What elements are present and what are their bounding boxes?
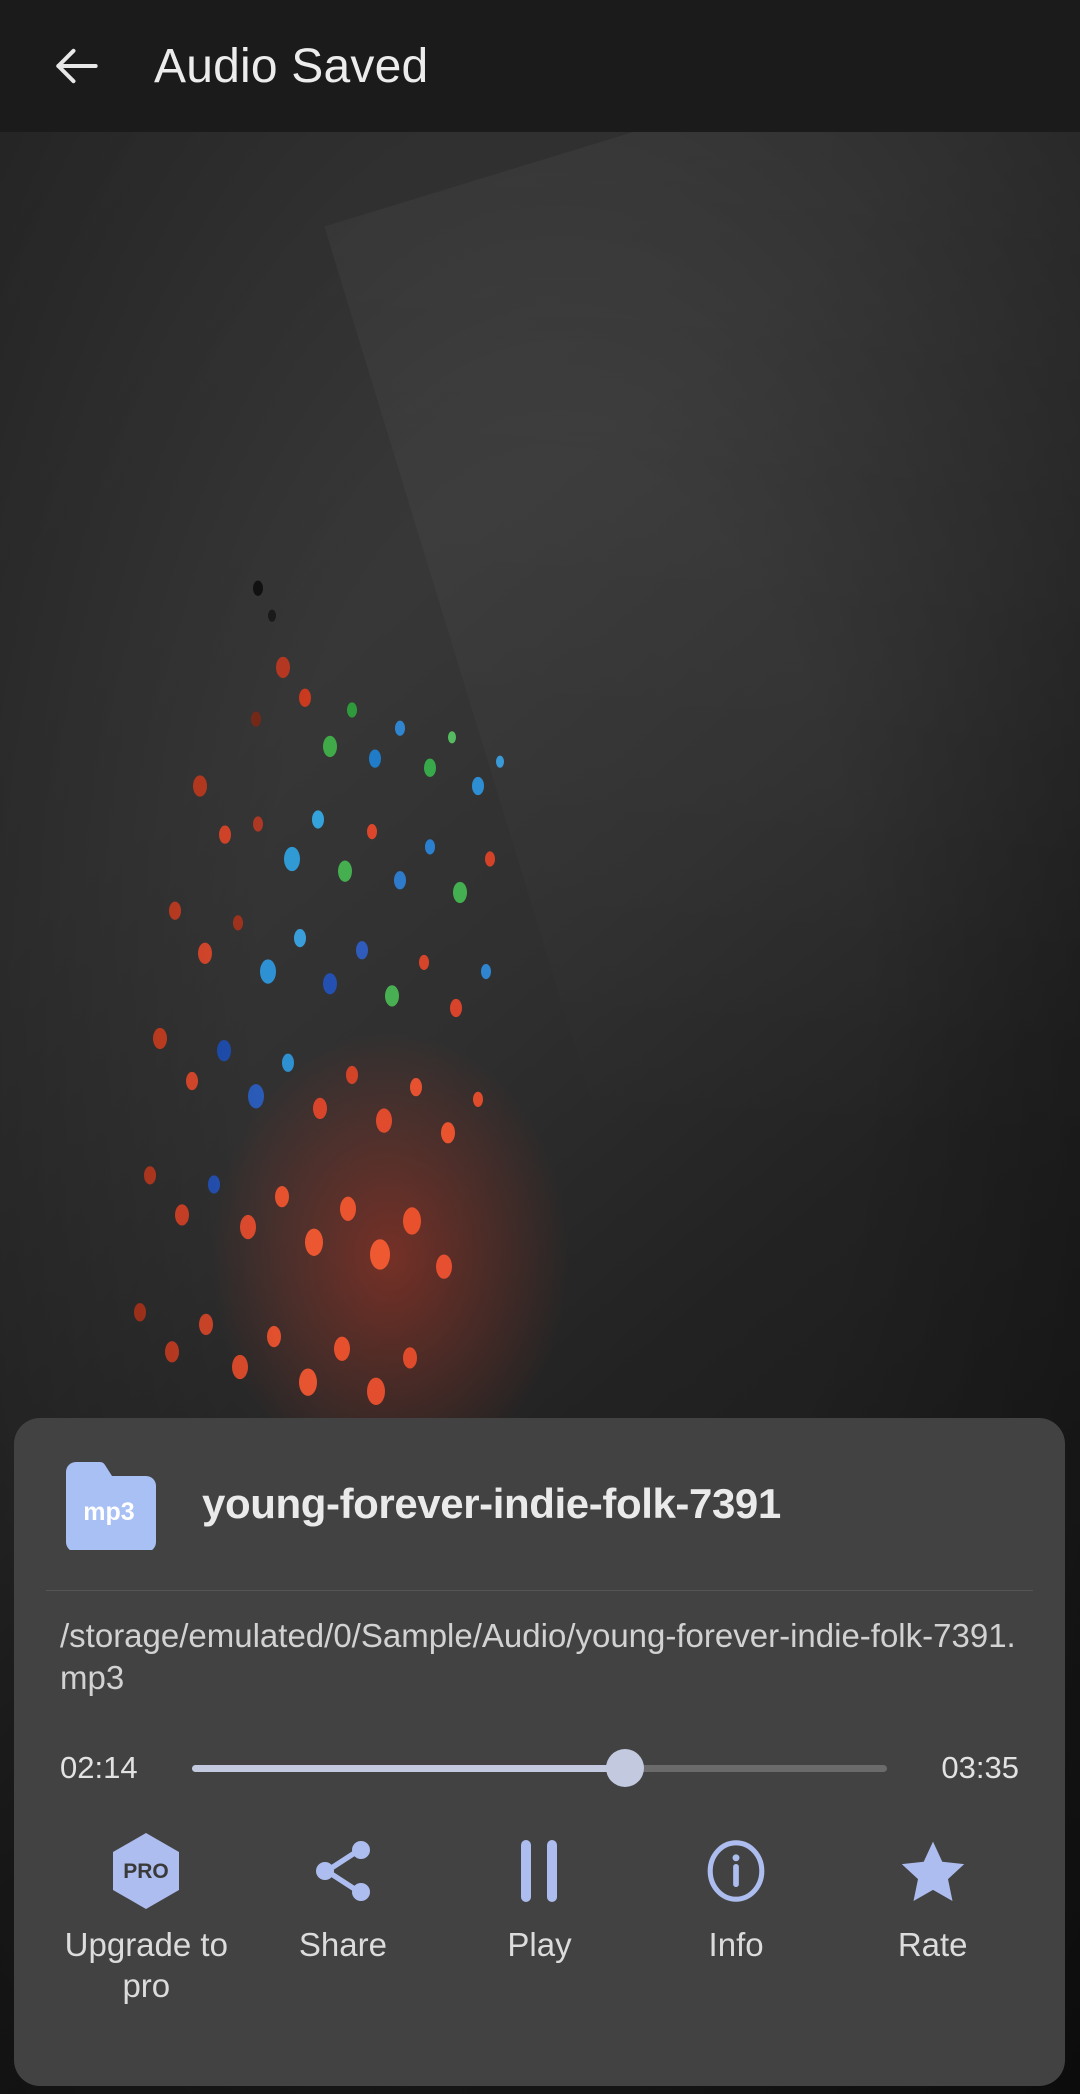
seek-track-fill bbox=[192, 1764, 625, 1772]
svg-text:PRO: PRO bbox=[124, 1860, 170, 1883]
page-title: Audio Saved bbox=[154, 39, 429, 93]
star-icon bbox=[896, 1833, 970, 1909]
seek-slider[interactable] bbox=[192, 1739, 887, 1797]
seek-bar-row: 02:14 03:35 bbox=[44, 1739, 1035, 1797]
action-label: Info bbox=[708, 1926, 764, 1964]
file-name: young-forever-indie-folk-7391 bbox=[202, 1480, 781, 1527]
info-button[interactable]: Info bbox=[638, 1827, 835, 1965]
pro-badge-icon: PRO bbox=[109, 1833, 183, 1910]
share-button[interactable]: Share bbox=[245, 1827, 442, 1965]
action-label: Upgrade to pro bbox=[64, 1926, 228, 2004]
action-label: Rate bbox=[897, 1926, 968, 1964]
action-label: Play bbox=[507, 1926, 572, 1964]
file-path: /storage/emulated/0/Sample/Audio/young-f… bbox=[60, 1617, 1016, 1697]
audio-info-card: mp3 young-forever-indie-folk-7391 /stora… bbox=[14, 1418, 1065, 2086]
back-button[interactable] bbox=[44, 33, 110, 99]
app-bar: Audio Saved bbox=[0, 0, 1080, 132]
seek-thumb[interactable] bbox=[605, 1749, 644, 1788]
play-button[interactable]: Play bbox=[441, 1827, 638, 1965]
upgrade-to-pro-button[interactable]: PRO Upgrade to pro bbox=[48, 1827, 245, 2006]
mp3-badge-text: mp3 bbox=[83, 1498, 134, 1526]
mp3-folder-icon: mp3 bbox=[60, 1458, 158, 1552]
share-icon bbox=[307, 1833, 379, 1909]
audio-saved-screen: Audio Saved mp3 young-forever-indie-folk… bbox=[0, 0, 1080, 2094]
pause-icon bbox=[521, 1833, 558, 1909]
current-time-label: 02:14 bbox=[60, 1750, 138, 1786]
action-label: Share bbox=[298, 1926, 387, 1964]
file-summary-row[interactable]: mp3 young-forever-indie-folk-7391 bbox=[44, 1418, 1035, 1590]
total-time-label: 03:35 bbox=[941, 1750, 1019, 1786]
action-bar: PRO Upgrade to pro Share Play Info Rate bbox=[44, 1797, 1035, 2086]
rate-button[interactable]: Rate bbox=[834, 1827, 1031, 1965]
arrow-left-icon bbox=[49, 38, 105, 94]
info-circle-icon bbox=[700, 1833, 772, 1909]
